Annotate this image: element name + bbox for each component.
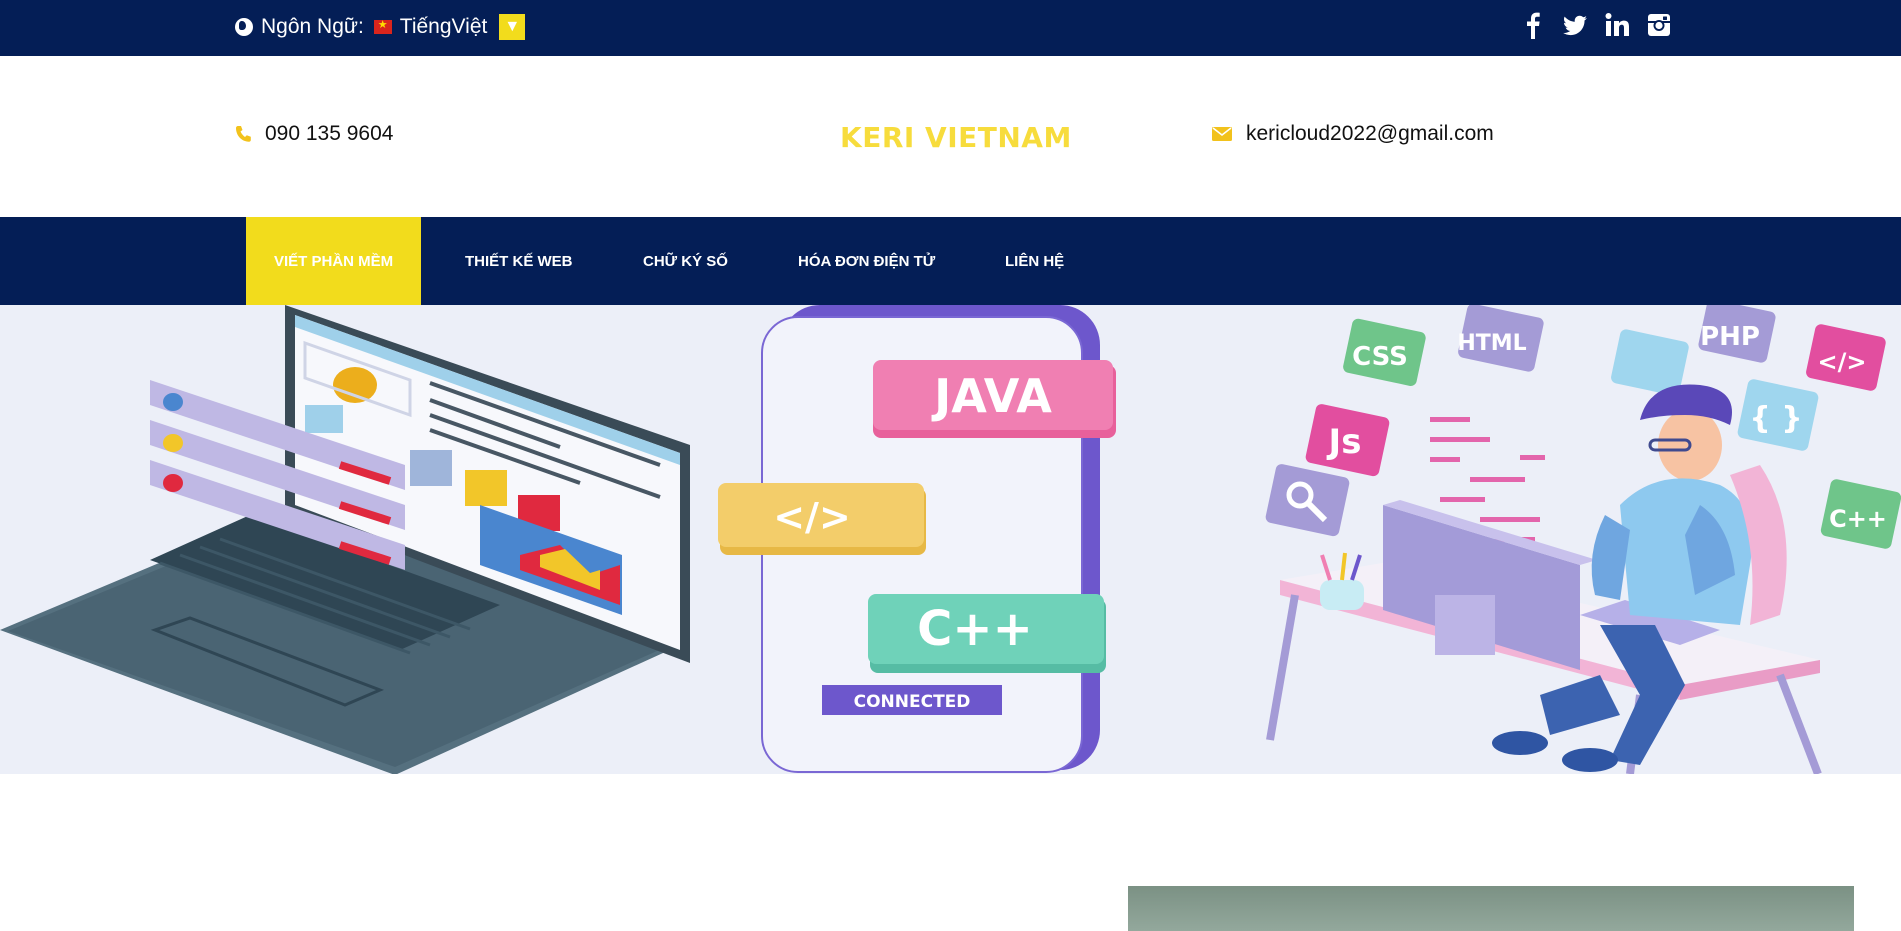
code-tag-pink: </> — [1818, 348, 1867, 376]
instagram-icon[interactable] — [1646, 10, 1672, 40]
globe-icon — [235, 18, 253, 36]
hero-banner: JAVA </> C++ CONNECTED CSS HTML PHP </> … — [0, 305, 1901, 774]
css-tag: CSS — [1352, 342, 1408, 372]
phone-number[interactable]: 090 135 9604 — [265, 122, 393, 146]
envelope-icon — [1212, 127, 1232, 141]
site-header: 090 135 9604 KERI VIETNAM kericloud2022@… — [0, 56, 1901, 217]
section-image — [1128, 886, 1854, 931]
language-selector[interactable]: Ngôn Ngữ: TiếngViệt ▼ — [235, 12, 526, 42]
connected-label: CONNECTED — [854, 692, 971, 712]
java-tag: JAVA — [931, 369, 1052, 423]
social-links — [1520, 10, 1672, 40]
phone-icon — [236, 126, 251, 142]
phone-contact[interactable]: 090 135 9604 — [235, 122, 393, 146]
facebook-icon[interactable] — [1520, 10, 1546, 40]
language-label: Ngôn Ngữ: — [261, 15, 364, 38]
html-tag: HTML — [1457, 331, 1526, 356]
php-tag: PHP — [1700, 322, 1760, 352]
brand-logo[interactable]: KERI VIETNAM — [840, 121, 1072, 154]
nav-item-hoa-don-dien-tu[interactable]: HÓA ĐƠN ĐIỆN TỬ — [798, 217, 935, 305]
developer-illustration: CSS HTML PHP </> Js { } C++ — [1265, 305, 1901, 774]
laptop-illustration — [0, 305, 690, 774]
braces-tag: { } — [1749, 401, 1802, 436]
email-address[interactable]: kericloud2022@gmail.com — [1246, 122, 1494, 146]
linkedin-icon[interactable] — [1604, 10, 1630, 40]
nav-item-viet-phan-mem[interactable]: VIẾT PHẦN MỀM — [246, 217, 422, 305]
phone-illustration: JAVA </> C++ CONNECTED — [718, 305, 1116, 773]
dropdown-arrow-icon[interactable]: ▼ — [499, 14, 526, 40]
email-contact[interactable]: kericloud2022@gmail.com — [1212, 122, 1494, 146]
nav-item-thiet-ke-web[interactable]: THIẾT KẾ WEB — [465, 217, 573, 305]
vietnam-flag-icon — [373, 18, 392, 34]
code-tag: </> — [773, 495, 851, 539]
twitter-icon[interactable] — [1562, 10, 1588, 40]
hero-illustration: JAVA </> C++ CONNECTED CSS HTML PHP </> … — [0, 305, 1901, 774]
top-bar: Ngôn Ngữ: TiếngViệt ▼ — [0, 0, 1901, 56]
cpp-tag-green: C++ — [1829, 505, 1887, 533]
js-tag: Js — [1327, 422, 1362, 462]
language-value[interactable]: TiếngViệt — [400, 15, 488, 39]
nav-item-lien-he[interactable]: LIÊN HỆ — [1005, 217, 1064, 305]
cpp-tag: C++ — [917, 601, 1033, 657]
main-nav: VIẾT PHẦN MỀM THIẾT KẾ WEB CHỮ KÝ SỐ HÓA… — [0, 217, 1901, 305]
nav-item-chu-ky-so[interactable]: CHỮ KÝ SỐ — [643, 217, 728, 305]
